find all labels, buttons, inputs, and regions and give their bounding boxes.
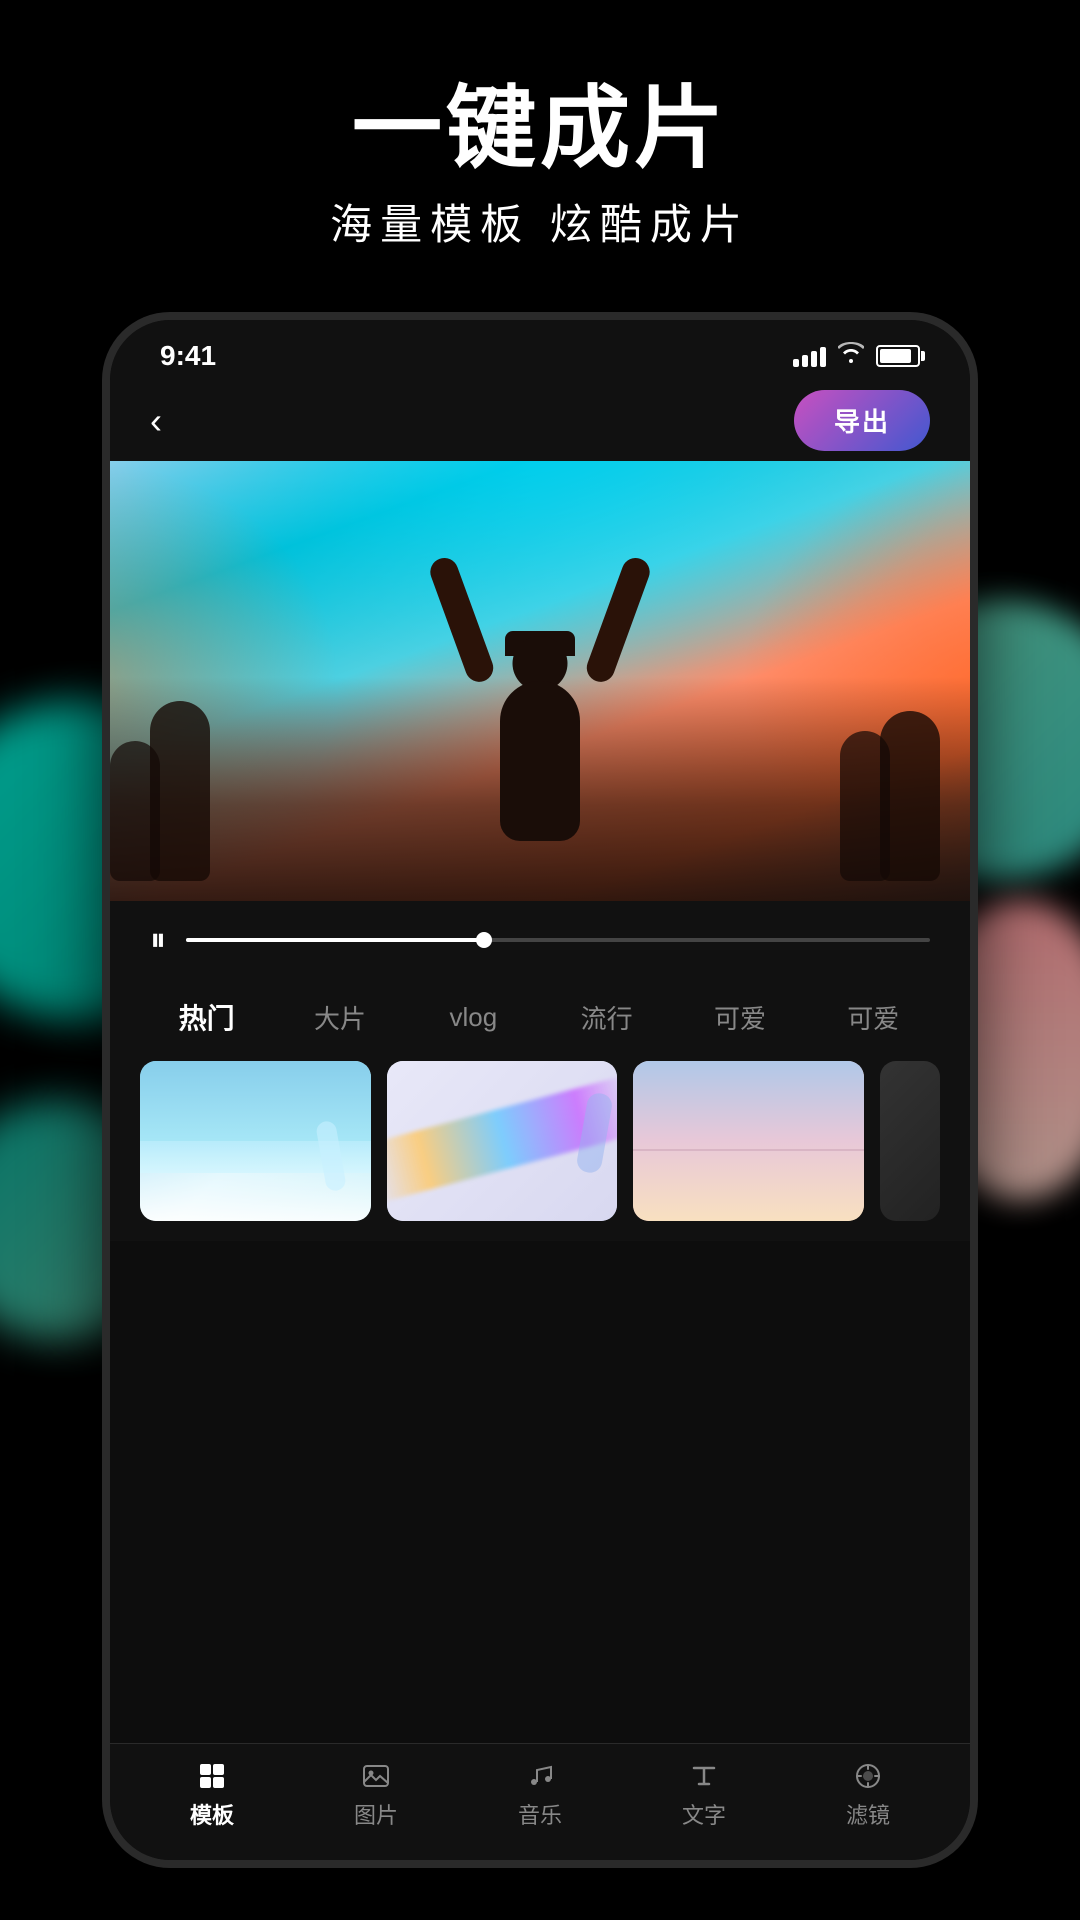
concert-figure [460,581,620,841]
nav-label-filter: 滤镜 [846,1798,890,1830]
nav-item-text[interactable]: 文字 [622,1760,786,1830]
filter-icon [852,1760,884,1792]
signal-icon [793,345,826,367]
cat-tab-vlog[interactable]: vlog [407,994,540,1041]
battery-icon [876,345,920,367]
nav-item-filter[interactable]: 滤镜 [786,1760,950,1830]
header-area: 一键成片 海量模板 炫酷成片 [0,80,1080,252]
music-icon [524,1760,556,1792]
template-thumb-3[interactable] [633,1061,864,1221]
progress-fill [186,938,484,942]
phone-mockup: 9:41 [110,320,970,1860]
image-icon [360,1760,392,1792]
export-button[interactable]: 导出 [794,390,930,451]
status-icons [793,342,920,370]
cat-tab-cute2[interactable]: 可爱 [807,991,940,1044]
cat-tab-hot[interactable]: 热门 [140,989,273,1045]
wifi-icon [838,342,864,370]
pause-icon[interactable]: ⏸ [150,921,166,959]
cat-tab-cute1[interactable]: 可爱 [673,991,806,1044]
nav-label-music: 音乐 [518,1798,562,1830]
nav-item-image[interactable]: 图片 [294,1760,458,1830]
category-tabs: 热门 大片 vlog 流行 可爱 可爱 [110,979,970,1061]
video-area [110,461,970,901]
progress-bar[interactable] [186,938,930,942]
bottom-nav: 模板 图片 [110,1743,970,1860]
template-thumb-1[interactable] [140,1061,371,1221]
back-button[interactable]: ‹ [150,400,162,442]
header-subtitle: 海量模板 炫酷成片 [0,191,1080,252]
nav-item-music[interactable]: 音乐 [458,1760,622,1830]
nav-bar: ‹ 导出 [110,380,970,461]
template-thumb-4[interactable] [880,1061,940,1221]
nav-label-text: 文字 [682,1798,726,1830]
phone-inner: 9:41 [110,320,970,1860]
template-icon [196,1760,228,1792]
text-icon [688,1760,720,1792]
video-background [110,461,970,901]
nav-label-image: 图片 [354,1798,398,1830]
cat-tab-big[interactable]: 大片 [273,991,406,1044]
templates-row [110,1061,970,1241]
cat-tab-popular[interactable]: 流行 [540,991,673,1044]
status-time: 9:41 [160,340,216,372]
nav-item-template[interactable]: 模板 [130,1760,294,1830]
progress-area: ⏸ [110,901,970,979]
header-title: 一键成片 [0,80,1080,179]
progress-thumb[interactable] [476,932,492,948]
nav-label-template: 模板 [190,1798,234,1830]
template-thumb-2[interactable] [387,1061,618,1221]
status-bar: 9:41 [110,320,970,380]
